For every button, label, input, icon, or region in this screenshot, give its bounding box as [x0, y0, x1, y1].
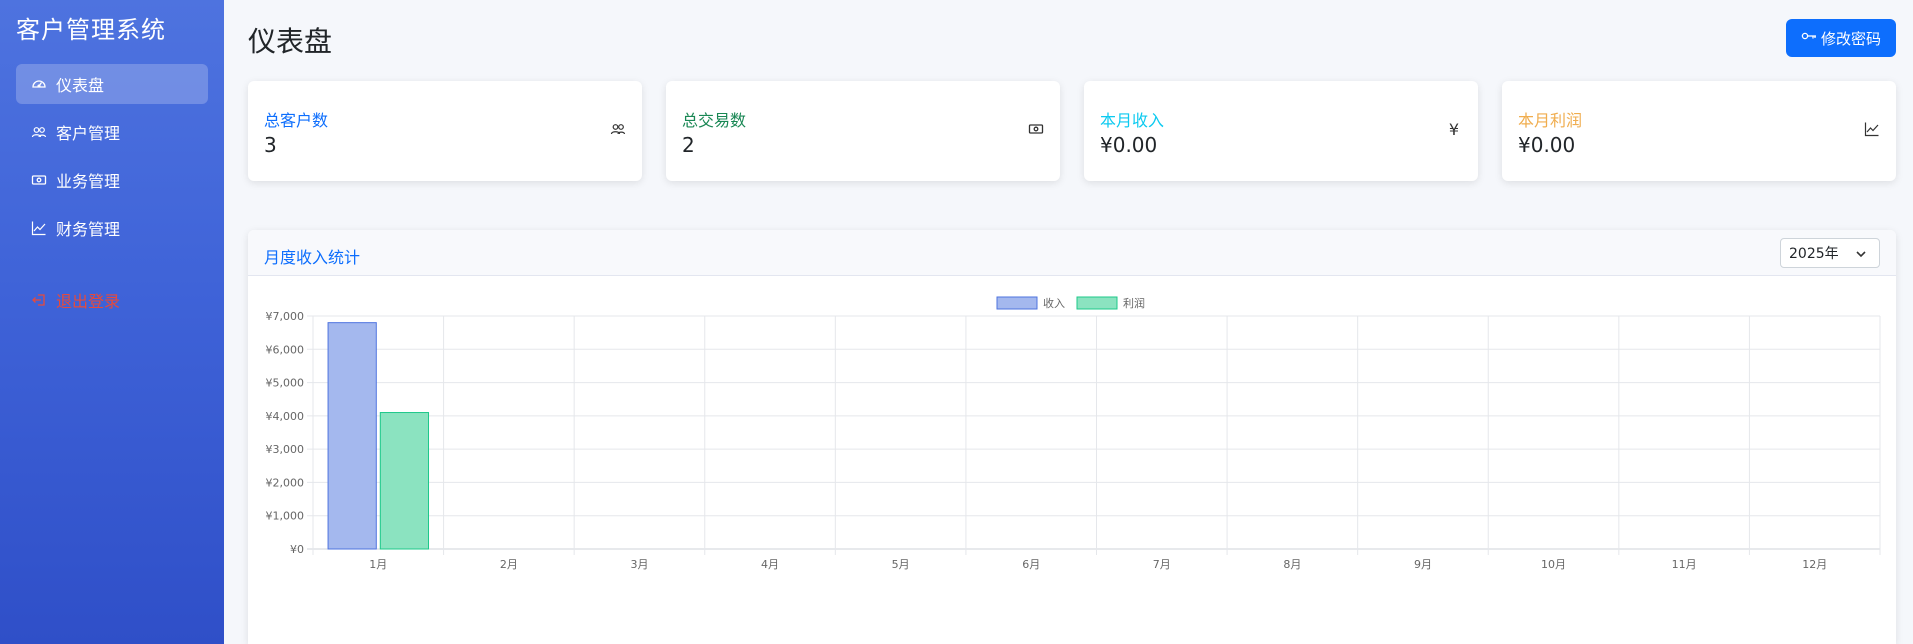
- change-password-label: 修改密码: [1820, 29, 1881, 48]
- brand-title: 客户管理系统: [16, 16, 166, 44]
- x-tick-label: 7月: [1153, 558, 1171, 571]
- stat-value: 2: [682, 133, 695, 157]
- chart-header: 月度收入统计 2025年: [248, 230, 1896, 276]
- key-icon: [1801, 28, 1817, 48]
- stat-label: 本月利润: [1518, 111, 1583, 130]
- sidebar-item-customers[interactable]: 客户管理: [16, 112, 208, 152]
- sidebar-item-label: 财务管理: [56, 220, 121, 239]
- bar-chart: ¥0 ¥1,000 ¥2,000 ¥3,000 ¥4,000 ¥5,000 ¥6,000 ¥7…: [266, 296, 1881, 571]
- sidebar-item-dashboard[interactable]: 仪表盘: [16, 64, 208, 104]
- currency-yen-icon: ¥: [1448, 119, 1460, 139]
- x-tick-label: 1月: [369, 558, 387, 571]
- cash-icon: [30, 171, 48, 189]
- logout-link[interactable]: 退出登录: [16, 280, 208, 320]
- x-tick-label: 9月: [1414, 558, 1432, 571]
- year-select-value: 2025年: [1789, 246, 1839, 262]
- x-tick-label: 4月: [761, 558, 779, 571]
- speedometer-icon: [30, 75, 48, 93]
- graph-up-icon: [30, 219, 48, 237]
- x-tick-label: 2月: [500, 558, 518, 571]
- people-icon: [30, 123, 48, 141]
- stat-label: 本月收入: [1100, 111, 1165, 130]
- x-tick-label: 12月: [1802, 558, 1827, 571]
- x-tick-label: 6月: [1022, 558, 1040, 571]
- page-title: 仪表盘: [248, 25, 333, 58]
- chevron-down-icon: [1855, 248, 1867, 264]
- y-tick-label: ¥2,000: [266, 476, 305, 489]
- stat-value: ¥0.00: [1100, 133, 1158, 157]
- legend-swatch: [1076, 296, 1118, 310]
- stat-card-customers: 总客户数 3: [248, 81, 642, 181]
- stat-value: 3: [264, 133, 277, 157]
- sidebar-item-label: 仪表盘: [56, 76, 105, 95]
- y-tick-label: ¥1,000: [266, 510, 305, 523]
- logout-label: 退出登录: [56, 292, 121, 311]
- y-tick-label: ¥4,000: [266, 410, 305, 423]
- chart-title: 月度收入统计: [264, 248, 361, 267]
- x-tick-label: 5月: [892, 558, 910, 571]
- stat-card-monthly-profit: 本月利润 ¥0.00: [1502, 81, 1896, 181]
- box-arrow-left-icon: [30, 291, 48, 309]
- x-tick-label: 11月: [1672, 558, 1697, 571]
- sidebar-item-finance[interactable]: 财务管理: [16, 208, 208, 248]
- legend-label: 利润: [1123, 296, 1145, 310]
- legend-label: 收入: [1043, 296, 1065, 310]
- stat-card-monthly-income: 本月收入 ¥0.00 ¥: [1084, 81, 1478, 181]
- y-tick-label: ¥0: [290, 543, 304, 556]
- y-tick-label: ¥5,000: [266, 377, 305, 390]
- x-tick-label: 8月: [1283, 558, 1301, 571]
- bar: [379, 412, 430, 550]
- sidebar: 客户管理系统 仪表盘 客户管理 业务管理 财务管理 退出登录: [0, 0, 224, 644]
- x-tick-label: 10月: [1541, 558, 1566, 571]
- graph-up-icon: [1862, 119, 1882, 139]
- stat-label: 总交易数: [682, 111, 747, 130]
- y-tick-label: ¥6,000: [266, 343, 305, 356]
- x-tick-label: 3月: [630, 558, 648, 571]
- y-tick-label: ¥3,000: [266, 443, 305, 456]
- legend-swatch: [996, 296, 1038, 310]
- year-select[interactable]: 2025年: [1780, 238, 1880, 268]
- y-tick-label: ¥7,000: [266, 310, 305, 323]
- sidebar-item-label: 客户管理: [56, 124, 121, 143]
- people-icon: [608, 119, 628, 139]
- monthly-income-chart-card: 月度收入统计 2025年 ¥0 ¥1,000 ¥2,000 ¥3,000 ¥4,000 ¥…: [248, 230, 1896, 644]
- stat-card-transactions: 总交易数 2: [666, 81, 1060, 181]
- change-password-button[interactable]: 修改密码: [1786, 19, 1896, 57]
- bar: [327, 322, 377, 550]
- sidebar-item-label: 业务管理: [56, 172, 121, 191]
- stat-value: ¥0.00: [1518, 133, 1576, 157]
- stat-label: 总客户数: [264, 111, 329, 130]
- sidebar-item-business[interactable]: 业务管理: [16, 160, 208, 200]
- cash-icon: [1026, 119, 1046, 139]
